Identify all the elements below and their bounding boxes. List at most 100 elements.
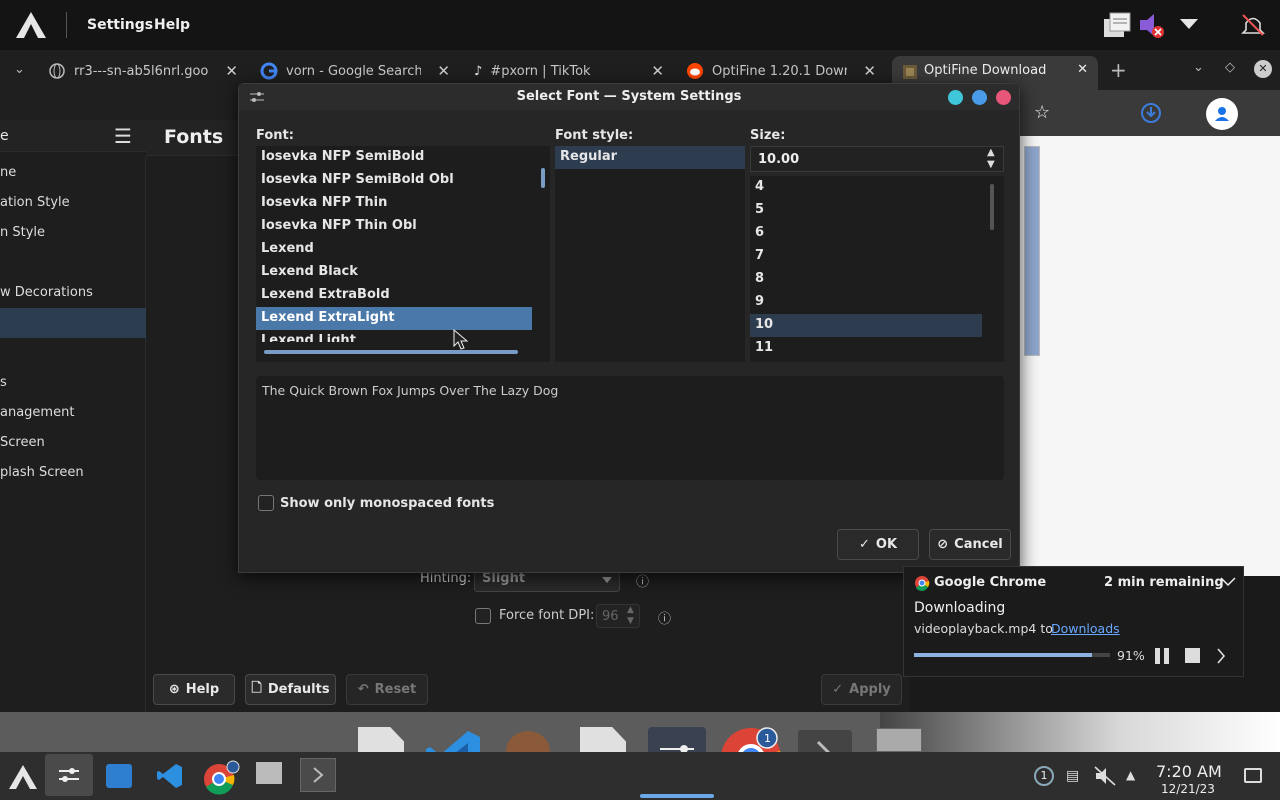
tray-expand-icon[interactable]: ▲ [1126, 768, 1135, 782]
info-icon[interactable]: ⓘ [658, 608, 671, 627]
info-icon[interactable]: ⓘ [636, 571, 649, 590]
clock-time[interactable]: 7:20 AM [1156, 762, 1222, 781]
menu-help[interactable]: Help [154, 17, 190, 33]
terminal-icon[interactable] [300, 758, 336, 792]
font-list-scrollbar[interactable] [541, 168, 545, 188]
sidebar-item[interactable]: Screen [0, 428, 146, 458]
spin-down-icon[interactable]: ▼ [627, 616, 634, 626]
size-list[interactable]: 4 5 6 7 8 9 10 11 [750, 176, 1004, 362]
taskbar-settings-active[interactable] [45, 754, 93, 796]
tab-rr3[interactable]: rr3---sn-ab5l6nrl.googlev ✕ [48, 56, 238, 86]
profile-avatar-icon[interactable] [1206, 98, 1238, 130]
arch-launcher-icon[interactable] [8, 764, 38, 790]
store-icon[interactable] [106, 764, 132, 788]
download-icon[interactable] [1140, 102, 1162, 124]
list-item[interactable]: 5 [750, 199, 982, 222]
list-item-selected[interactable]: Regular [555, 146, 745, 169]
sidebar-item[interactable]: n Style [0, 218, 146, 248]
dpi-spinbox[interactable]: 96 ▲ ▼ [596, 604, 640, 628]
sidebar-item[interactable]: plash Screen [0, 458, 146, 488]
list-item[interactable]: 6 [750, 222, 982, 245]
sidebar-item[interactable] [0, 338, 146, 368]
minimize-icon[interactable] [948, 90, 963, 105]
hamburger-menu-icon[interactable]: ☰ [114, 124, 132, 148]
list-item[interactable]: 9 [750, 291, 982, 314]
defaults-button[interactable]: 🗋 Defaults [245, 674, 336, 705]
arch-logo-icon[interactable] [14, 10, 48, 40]
ok-button[interactable]: ✓ OK [837, 529, 919, 560]
help-button[interactable]: ⊛ Help [153, 674, 235, 705]
stop-icon[interactable] [1185, 648, 1200, 663]
font-list[interactable]: Iosevka NFP SemiBold Iosevka NFP SemiBol… [256, 146, 550, 362]
reset-button[interactable]: ↶ Reset [346, 674, 428, 705]
monospaced-checkbox[interactable] [258, 495, 274, 511]
chevron-down-icon[interactable] [1178, 17, 1200, 31]
spin-up-icon[interactable]: ▲ [987, 147, 995, 158]
list-item[interactable]: 8 [750, 268, 982, 291]
maximize-icon[interactable] [972, 90, 987, 105]
sidebar-item-fonts[interactable] [0, 308, 146, 338]
menu-settings[interactable]: Settings [87, 17, 153, 33]
close-icon[interactable]: ✕ [863, 62, 876, 80]
tab-optifine-1201[interactable]: OptiFine 1.20.1 Downlo ✕ [686, 56, 876, 86]
minecraft-icon[interactable] [256, 762, 282, 784]
tab-scroll-left-icon[interactable]: ⌄ [14, 62, 25, 77]
list-item-selected[interactable]: Lexend ExtraLight [256, 307, 532, 330]
chrome-icon[interactable] [202, 760, 240, 796]
list-item[interactable]: Iosevka NFP SemiBold Obl [256, 169, 532, 192]
close-icon[interactable]: ✕ [1077, 62, 1088, 77]
list-item[interactable]: Lexend Black [256, 261, 532, 284]
list-item[interactable]: Iosevka NFP Thin Obl [256, 215, 532, 238]
chevron-right-icon[interactable] [1216, 648, 1226, 664]
tab-search-chevron-icon[interactable]: ⌄ [1193, 60, 1204, 75]
vscode-icon[interactable] [156, 762, 184, 790]
sidebar-item[interactable]: anagement [0, 398, 146, 428]
clipboard-icon[interactable]: ▤ [1066, 768, 1079, 784]
list-item[interactable]: 7 [750, 245, 982, 268]
close-icon[interactable]: ✕ [651, 62, 664, 80]
chevron-down-icon[interactable] [1220, 577, 1236, 587]
font-style-list[interactable]: Regular [555, 146, 745, 362]
notes-icon[interactable] [1102, 11, 1132, 39]
font-list-hscrollbar[interactable] [264, 350, 518, 354]
spin-down-icon[interactable]: ▼ [987, 159, 995, 170]
font-preview-box[interactable]: The Quick Brown Fox Jumps Over The Lazy … [256, 376, 1004, 480]
force-dpi-checkbox[interactable] [475, 608, 491, 624]
volume-muted-icon[interactable] [1094, 766, 1116, 786]
diamond-icon[interactable]: ◇ [1225, 60, 1235, 75]
notifications-icon[interactable] [1244, 768, 1262, 783]
cancel-button[interactable]: ⊘ Cancel [929, 529, 1011, 560]
list-item[interactable]: Lexend [256, 238, 532, 261]
apply-button[interactable]: ✓ Apply [821, 674, 902, 705]
list-item[interactable]: Iosevka NFP SemiBold [256, 146, 532, 169]
spin-up-icon[interactable]: ▲ [627, 605, 634, 615]
bookmark-star-icon[interactable]: ☆ [1034, 102, 1050, 123]
volume-muted-icon[interactable] [1138, 11, 1166, 39]
list-item[interactable]: Iosevka NFP Thin [256, 192, 532, 215]
close-icon[interactable]: ✕ [437, 62, 450, 80]
page-scrollbar[interactable] [1024, 146, 1040, 356]
list-item[interactable]: Lexend ExtraBold [256, 284, 532, 307]
list-item[interactable]: 11 [750, 337, 982, 360]
close-icon[interactable] [996, 90, 1011, 105]
size-spinbox[interactable]: 10.00 ▲ ▼ [750, 146, 1004, 172]
clock-date[interactable]: 12/21/23 [1161, 782, 1215, 796]
tab-google-search[interactable]: vorn - Google Search ✕ [260, 56, 450, 86]
pause-icon[interactable] [1154, 648, 1170, 664]
updates-badge-icon[interactable]: 1 [1034, 766, 1054, 786]
sidebar-item[interactable]: ne [0, 158, 146, 188]
sidebar-item[interactable] [0, 248, 146, 278]
sidebar-item[interactable]: ation Style [0, 188, 146, 218]
close-icon[interactable]: ✕ [225, 62, 238, 80]
notifications-off-icon[interactable] [1240, 12, 1266, 38]
window-close-icon[interactable]: ✕ [1254, 60, 1272, 78]
sidebar-item[interactable]: w Decorations [0, 278, 146, 308]
sidebar-item[interactable]: s [0, 368, 146, 398]
list-item-selected[interactable]: 10 [750, 314, 982, 337]
size-list-scrollbar[interactable] [990, 184, 994, 230]
list-item[interactable]: 4 [750, 176, 982, 199]
tab-tiktok[interactable]: ♪ #pxorn | TikTok ✕ [474, 56, 664, 86]
downloads-link[interactable]: Downloads [1051, 621, 1120, 636]
new-tab-plus-icon[interactable]: + [1110, 58, 1127, 82]
list-item[interactable]: Lexend Light [256, 330, 532, 342]
